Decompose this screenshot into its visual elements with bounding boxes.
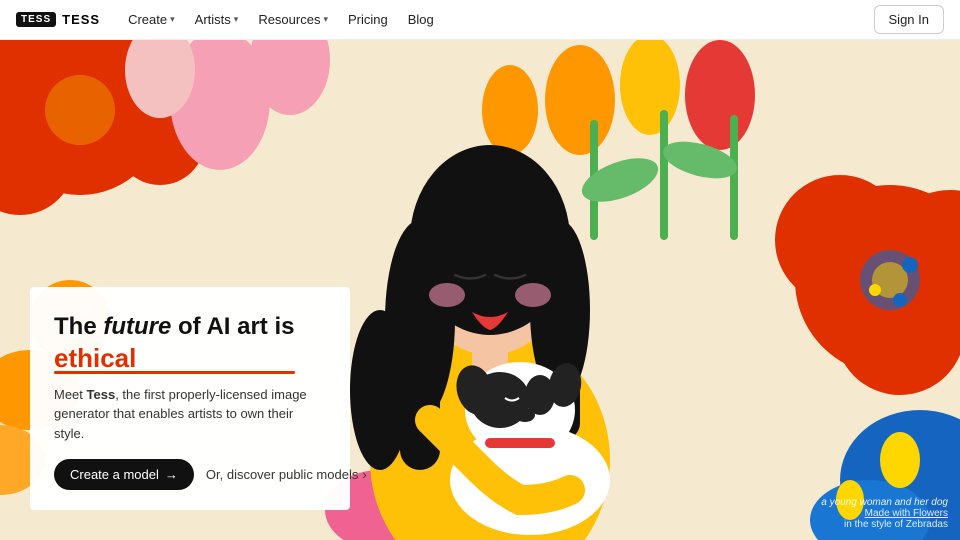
subtext-brand: Tess bbox=[87, 387, 116, 402]
chevron-right-icon: › bbox=[362, 467, 366, 482]
nav-create[interactable]: Create ▾ bbox=[120, 8, 183, 31]
nav-blog[interactable]: Blog bbox=[400, 8, 442, 31]
hero-section: The future of AI art is ethical Meet Tes… bbox=[0, 40, 960, 540]
chevron-down-icon: ▾ bbox=[234, 14, 239, 25]
signin-button[interactable]: Sign In bbox=[874, 5, 944, 34]
nav-pricing-label: Pricing bbox=[348, 12, 388, 27]
create-model-button[interactable]: Create a model → bbox=[54, 459, 194, 490]
nav-blog-label: Blog bbox=[408, 12, 434, 27]
caption-made-prefix: Made with bbox=[865, 508, 913, 519]
nav-artists[interactable]: Artists ▾ bbox=[187, 8, 247, 31]
headline-text-2: of AI art is bbox=[171, 313, 294, 340]
nav-artists-label: Artists bbox=[195, 12, 231, 27]
chevron-down-icon: ▾ bbox=[323, 14, 328, 25]
logo-text: TESS bbox=[62, 12, 100, 27]
nav-resources-label: Resources bbox=[258, 12, 320, 27]
hero-ethical-text: ethical bbox=[54, 345, 322, 371]
caption-main-text: a young woman and her dog bbox=[821, 497, 948, 508]
hero-headline: The future of AI art is ethical bbox=[54, 311, 322, 370]
caption-style-text: in the style of Zebradas bbox=[821, 519, 948, 530]
logo-box: TESS bbox=[16, 12, 56, 27]
subtext-prefix: Meet bbox=[54, 387, 87, 402]
hero-caption: a young woman and her dog Made with Flow… bbox=[821, 497, 948, 530]
nav-resources[interactable]: Resources ▾ bbox=[250, 8, 336, 31]
headline-italic: future bbox=[103, 313, 171, 340]
navbar: TESS TESS Create ▾ Artists ▾ Resources ▾… bbox=[0, 0, 960, 40]
arrow-right-icon: → bbox=[165, 467, 178, 482]
nav-items: Create ▾ Artists ▾ Resources ▾ Pricing B… bbox=[120, 8, 873, 31]
nav-pricing[interactable]: Pricing bbox=[340, 8, 396, 31]
hero-ctas: Create a model → Or, discover public mod… bbox=[54, 459, 322, 490]
nav-create-label: Create bbox=[128, 12, 167, 27]
chevron-down-icon: ▾ bbox=[170, 14, 175, 25]
caption-made-text: Made with Flowers bbox=[821, 508, 948, 519]
logo-area[interactable]: TESS TESS bbox=[16, 12, 100, 27]
hero-panel: The future of AI art is ethical Meet Tes… bbox=[30, 287, 350, 510]
caption-flowers-link[interactable]: Flowers bbox=[913, 508, 948, 519]
hero-subtext: Meet Tess, the first properly-licensed i… bbox=[54, 385, 322, 444]
create-btn-label: Create a model bbox=[70, 467, 159, 482]
discover-link-label: Or, discover public models bbox=[206, 467, 358, 482]
discover-link[interactable]: Or, discover public models › bbox=[206, 467, 367, 482]
headline-text-1: The bbox=[54, 313, 103, 340]
hero-background: The future of AI art is ethical Meet Tes… bbox=[0, 40, 960, 540]
